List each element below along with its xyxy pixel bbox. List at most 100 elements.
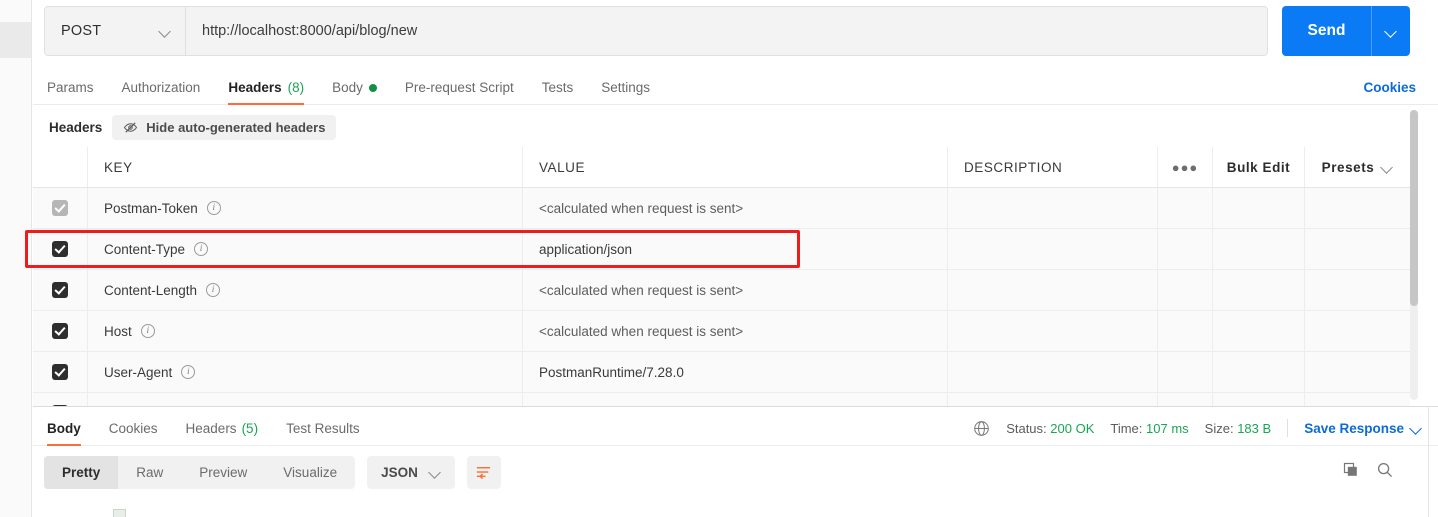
headers-table: KEY VALUE DESCRIPTION ●●● Bulk Edit Pres… [33, 147, 1410, 434]
row-spacer [1213, 311, 1305, 351]
body-present-dot-icon [368, 83, 377, 92]
row-value-cell[interactable]: PostmanRuntime/7.28.0 [523, 352, 948, 392]
row-checkbox[interactable] [52, 323, 68, 339]
row-description-cell[interactable] [948, 229, 1158, 269]
header-key: Content-Type [104, 241, 186, 257]
response-tab-test-results[interactable]: Test Results [272, 421, 374, 445]
sidebar-active-block[interactable] [0, 22, 31, 58]
row-key-cell[interactable]: User-Agent i [88, 352, 523, 392]
table-row[interactable]: User-Agent i PostmanRuntime/7.28.0 [33, 352, 1410, 393]
tab-headers[interactable]: Headers (8) [214, 80, 318, 105]
response-format-select[interactable]: JSON [367, 455, 455, 489]
headers-scrollbar[interactable] [1410, 110, 1418, 400]
row-checkbox-cell [33, 352, 88, 392]
table-row[interactable]: Content-Type i application/json [33, 229, 1410, 270]
column-header-key: KEY [88, 147, 523, 187]
bulk-edit-button[interactable]: Bulk Edit [1213, 147, 1305, 187]
tab-label: Body [332, 80, 363, 95]
header-key: Host [104, 323, 132, 339]
word-wrap-button[interactable] [466, 455, 501, 489]
row-description-cell[interactable] [948, 188, 1158, 228]
send-button[interactable]: Send [1282, 6, 1371, 56]
table-row[interactable]: Host i <calculated when request is sent> [33, 311, 1410, 352]
table-row[interactable]: Content-Length i <calculated when reques… [33, 270, 1410, 311]
row-spacer [1158, 188, 1213, 228]
row-key-cell[interactable]: Content-Length i [88, 270, 523, 310]
table-header-row: KEY VALUE DESCRIPTION ●●● Bulk Edit Pres… [33, 147, 1410, 188]
row-value-cell[interactable]: <calculated when request is sent> [523, 188, 948, 228]
row-checkbox[interactable] [52, 200, 68, 216]
row-checkbox[interactable] [52, 364, 68, 380]
info-icon[interactable]: i [181, 365, 196, 379]
row-value-cell[interactable]: <calculated when request is sent> [523, 311, 948, 351]
response-panel: Body Cookies Headers (5) Test Results St… [33, 406, 1438, 517]
status-badge: Status: 200 OK [1006, 421, 1094, 436]
row-value-cell[interactable]: application/json [523, 229, 948, 269]
save-response-label: Save Response [1304, 420, 1404, 436]
row-spacer [1305, 188, 1410, 228]
chevron-down-icon [1386, 26, 1397, 37]
copy-button[interactable] [1342, 461, 1360, 479]
response-tab-cookies[interactable]: Cookies [95, 421, 172, 445]
info-icon[interactable]: i [140, 324, 155, 338]
cookies-link[interactable]: Cookies [1363, 80, 1416, 95]
row-spacer [1213, 270, 1305, 310]
http-method-select[interactable]: POST [45, 7, 186, 55]
tab-label: Test Results [286, 421, 360, 436]
tab-authorization[interactable]: Authorization [108, 80, 215, 104]
time-value: 107 ms [1146, 420, 1189, 436]
header-value: <calculated when request is sent> [539, 282, 744, 298]
table-row[interactable]: Postman-Token i <calculated when request… [33, 188, 1410, 229]
row-description-cell[interactable] [948, 270, 1158, 310]
time-badge: Time: 107 ms [1110, 421, 1188, 436]
response-tab-body[interactable]: Body [33, 421, 95, 446]
row-description-cell[interactable] [948, 311, 1158, 351]
table-options-button[interactable]: ●●● [1158, 147, 1213, 187]
tab-body[interactable]: Body [318, 80, 391, 104]
info-icon[interactable]: i [206, 283, 221, 297]
headers-subbar: Headers Hide auto-generated headers [33, 110, 1403, 144]
search-button[interactable] [1376, 461, 1394, 479]
tab-settings[interactable]: Settings [587, 80, 664, 104]
status-label: Status: [1006, 420, 1047, 436]
tab-tests[interactable]: Tests [528, 80, 588, 104]
row-description-cell[interactable] [948, 352, 1158, 392]
tab-label: Headers [185, 421, 237, 436]
presets-dropdown[interactable]: Presets [1305, 147, 1410, 187]
hide-auto-generated-headers-button[interactable]: Hide auto-generated headers [112, 114, 337, 140]
row-value-cell[interactable]: <calculated when request is sent> [523, 270, 948, 310]
send-options-button[interactable] [1372, 6, 1410, 56]
view-mode-pretty[interactable]: Pretty [44, 455, 119, 489]
scrollbar-thumb[interactable] [1410, 110, 1418, 306]
row-key-cell[interactable]: Postman-Token i [88, 188, 523, 228]
response-tab-bar: Body Cookies Headers (5) Test Results St… [33, 407, 1438, 446]
save-response-button[interactable]: Save Response [1304, 421, 1422, 436]
globe-icon[interactable] [973, 420, 990, 437]
headers-section-title: Headers [49, 119, 103, 135]
view-mode-preview[interactable]: Preview [181, 456, 265, 489]
view-mode-visualize[interactable]: Visualize [265, 456, 355, 489]
request-tab-bar: Params Authorization Headers (8) Body Pr… [33, 68, 1438, 105]
response-tab-headers[interactable]: Headers (5) [172, 421, 273, 445]
response-action-icons [1342, 461, 1394, 479]
response-view-mode-group: Pretty Raw Preview Visualize [44, 455, 356, 489]
view-mode-raw[interactable]: Raw [118, 456, 181, 489]
row-checkbox-cell [33, 229, 88, 269]
column-header-description: DESCRIPTION [948, 147, 1158, 187]
info-icon[interactable]: i [206, 201, 221, 215]
row-key-cell[interactable]: Host i [88, 311, 523, 351]
row-key-cell[interactable]: Content-Type i [88, 229, 523, 269]
size-value: 183 B [1237, 420, 1272, 436]
row-checkbox[interactable] [52, 282, 68, 298]
row-spacer [1213, 352, 1305, 392]
row-spacer [1213, 188, 1305, 228]
code-fold-marker[interactable] [113, 509, 126, 517]
row-spacer [1305, 229, 1410, 269]
info-icon[interactable]: i [194, 242, 209, 256]
column-header-value: VALUE [523, 147, 948, 187]
request-url-input[interactable] [186, 7, 1267, 55]
tab-params[interactable]: Params [33, 80, 108, 104]
row-checkbox[interactable] [52, 241, 68, 257]
url-input-group: POST [44, 6, 1268, 56]
tab-pre-request-script[interactable]: Pre-request Script [391, 80, 528, 104]
